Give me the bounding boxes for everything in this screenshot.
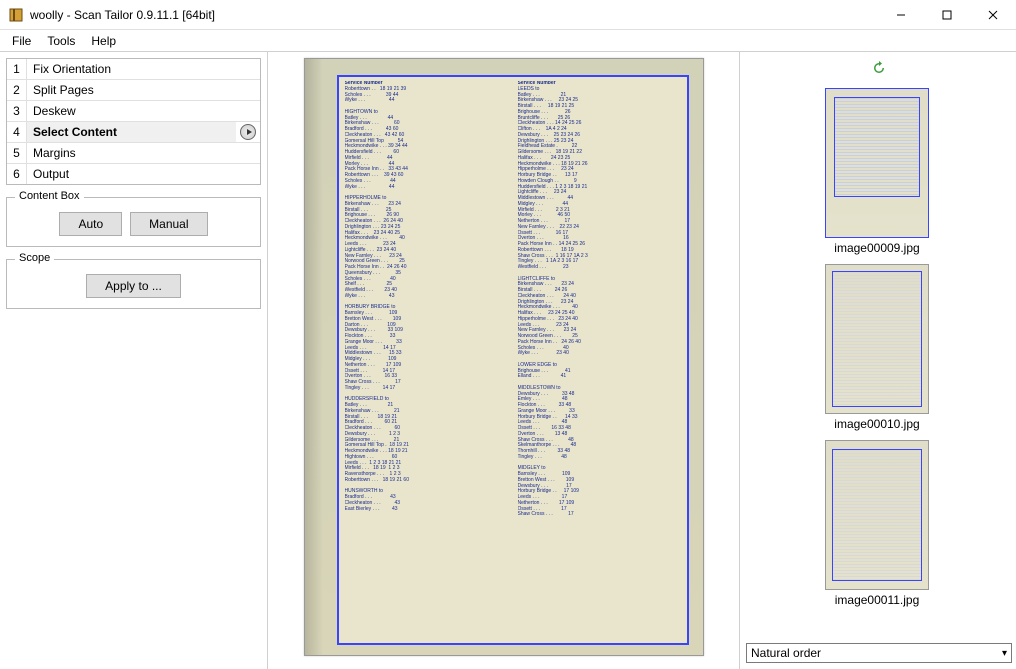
- minimize-button[interactable]: [878, 0, 924, 30]
- menu-help[interactable]: Help: [83, 32, 124, 50]
- stage-deskew[interactable]: 3 Deskew: [7, 101, 260, 122]
- maximize-button[interactable]: [924, 0, 970, 30]
- sort-order-value: Natural order: [751, 646, 821, 660]
- menu-file[interactable]: File: [4, 32, 39, 50]
- stage-fix-orientation[interactable]: 1 Fix Orientation: [7, 59, 260, 80]
- center-panel[interactable]: Service Number Roberttown . . 18 19 21 3…: [268, 52, 740, 669]
- play-icon[interactable]: [240, 124, 256, 140]
- scan-left-column: Service Number Roberttown . . 18 19 21 3…: [345, 81, 508, 639]
- close-button[interactable]: [970, 0, 1016, 30]
- apply-to-button[interactable]: Apply to ...: [86, 274, 181, 298]
- stage-margins[interactable]: 5 Margins: [7, 143, 260, 164]
- scope-legend: Scope: [15, 252, 54, 264]
- thumb-toolbar: [746, 58, 1012, 78]
- thumbnail-image[interactable]: [825, 264, 929, 414]
- left-panel: 1 Fix Orientation 2 Split Pages 3 Deskew…: [0, 52, 268, 669]
- thumbnail-label: image00010.jpg: [797, 414, 957, 434]
- sort-order-combo[interactable]: Natural order: [746, 643, 1012, 663]
- window-controls: [878, 0, 1016, 30]
- thumbnail-item[interactable]: image00011.jpg: [797, 440, 957, 610]
- thumbnail-label: image00011.jpg: [797, 590, 957, 610]
- thumbnail-image[interactable]: [825, 88, 929, 238]
- app-icon: [8, 7, 24, 23]
- content-selection-box[interactable]: Service Number Roberttown . . 18 19 21 3…: [337, 75, 689, 645]
- content-box-legend: Content Box: [15, 190, 84, 202]
- menubar: File Tools Help: [0, 30, 1016, 52]
- refresh-icon[interactable]: [872, 61, 886, 75]
- right-panel: image00009.jpg image00010.jpg image00011…: [740, 52, 1016, 669]
- page-scan[interactable]: Service Number Roberttown . . 18 19 21 3…: [304, 58, 704, 656]
- window-title: woolly - Scan Tailor 0.9.11.1 [64bit]: [30, 8, 878, 22]
- thumbnail-image[interactable]: [825, 440, 929, 590]
- thumbnail-item[interactable]: image00009.jpg: [797, 88, 957, 258]
- thumbnail-label: image00009.jpg: [797, 238, 957, 258]
- manual-button[interactable]: Manual: [130, 212, 207, 236]
- stage-split-pages[interactable]: 2 Split Pages: [7, 80, 260, 101]
- stage-select-content[interactable]: 4 Select Content: [7, 122, 260, 143]
- scope-group: Scope Apply to ...: [6, 259, 261, 309]
- menu-tools[interactable]: Tools: [39, 32, 83, 50]
- auto-button[interactable]: Auto: [59, 212, 122, 236]
- thumbnail-item[interactable]: image00010.jpg: [797, 264, 957, 434]
- scan-right-column: Service Number LEEDS to Batley . . . 21 …: [518, 81, 681, 639]
- stage-play-cell: [236, 122, 260, 142]
- thumbnail-list[interactable]: image00009.jpg image00010.jpg image00011…: [746, 82, 1012, 639]
- content-box-group: Content Box Auto Manual: [6, 197, 261, 247]
- titlebar: woolly - Scan Tailor 0.9.11.1 [64bit]: [0, 0, 1016, 30]
- stage-list: 1 Fix Orientation 2 Split Pages 3 Deskew…: [6, 58, 261, 185]
- stage-output[interactable]: 6 Output: [7, 164, 260, 184]
